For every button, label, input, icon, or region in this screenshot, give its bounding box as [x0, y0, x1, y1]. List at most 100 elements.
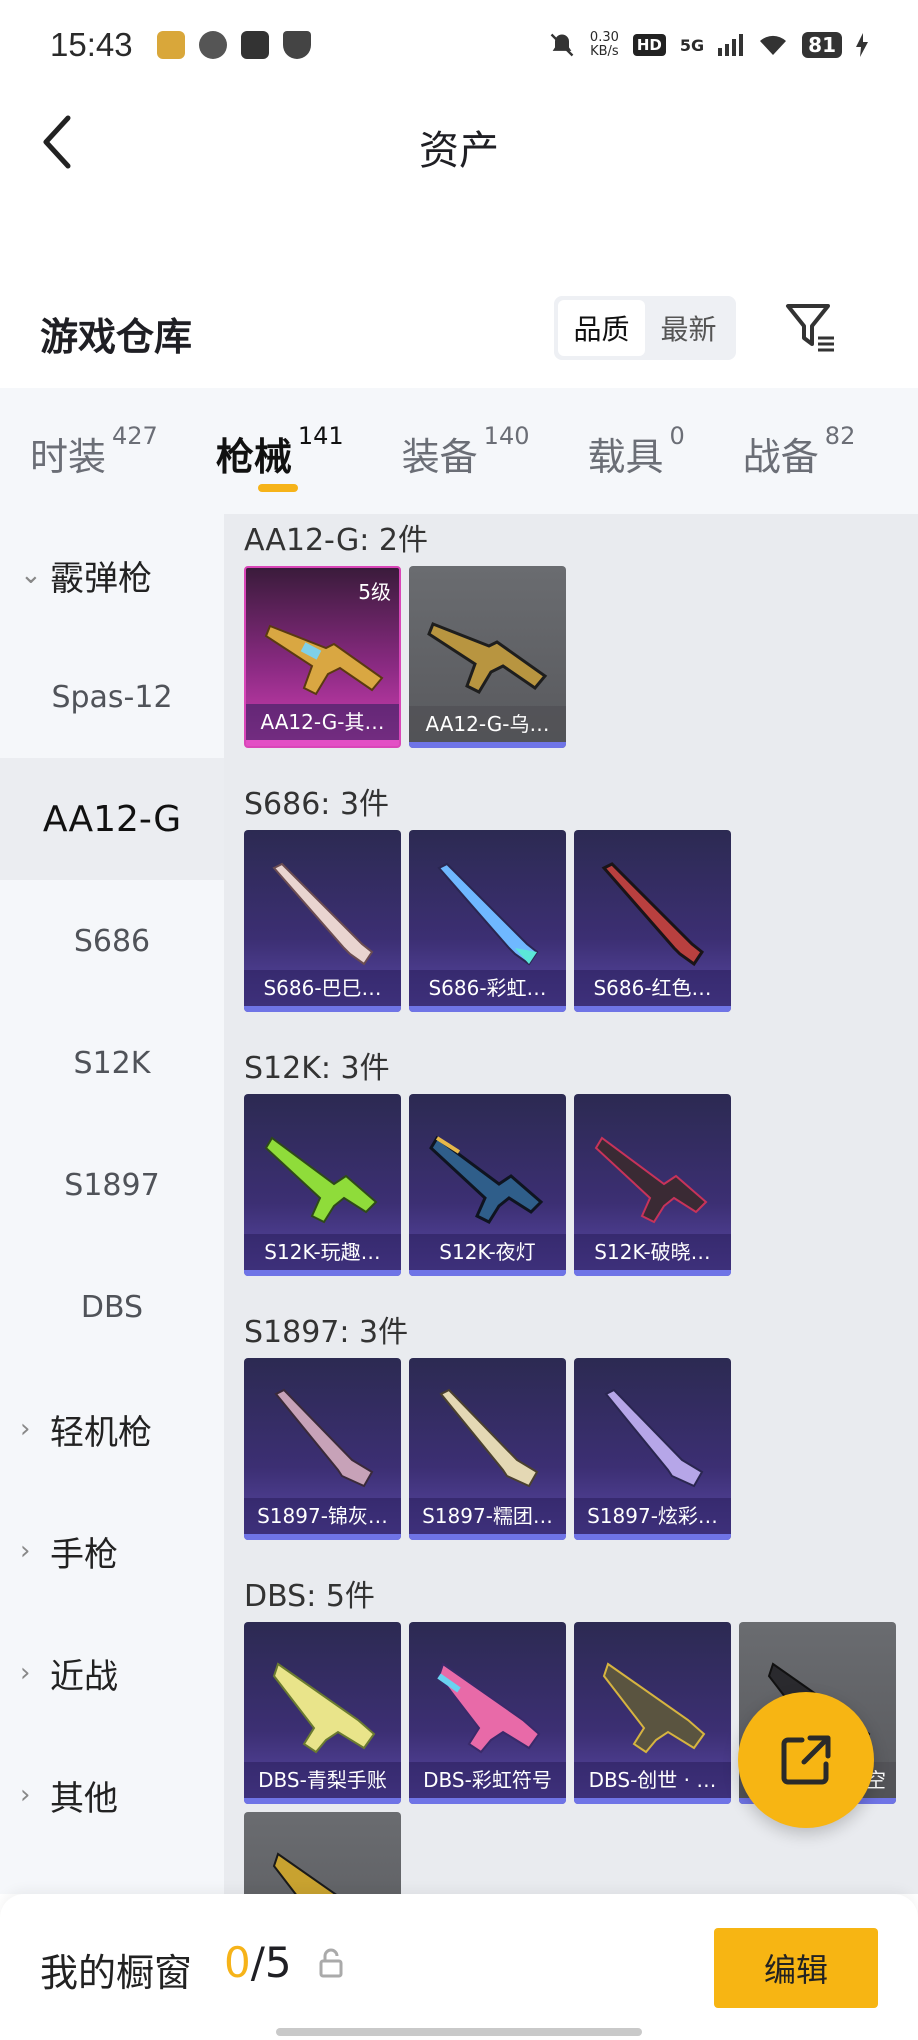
net-speed: 0.30 KB/s: [589, 30, 619, 59]
skin-name: AA12-G-乌…: [409, 706, 566, 742]
card-row: S686-巴巳… S686-彩虹… S686-红色…: [244, 830, 918, 1012]
skin-card[interactable]: S12K-玩趣…: [244, 1094, 401, 1276]
signal-icon: [718, 34, 744, 56]
rarity-bar: [574, 1270, 731, 1276]
card-row: 5级 AA12-G-其… AA12-G-乌…: [244, 566, 918, 748]
gun-group-s1897: S1897: 3件 S1897-锦灰… S1897-糯团… S1897-炫彩…: [244, 1308, 918, 1540]
skin-name: S12K-夜灯: [409, 1234, 566, 1270]
game-app-icon: [156, 31, 185, 59]
tab-equipment[interactable]: 装备 140: [402, 388, 530, 514]
rarity-bar: [409, 1798, 566, 1804]
dbs-skin-image: [272, 1852, 337, 1894]
sync-app-icon: [198, 31, 227, 59]
skin-name: DBS-彩虹符号: [409, 1762, 566, 1798]
double-barrel-skin-image: [601, 862, 705, 967]
skin-card[interactable]: S1897-锦灰…: [244, 1358, 401, 1540]
group-title: AA12-G: 2件: [244, 523, 428, 558]
sort-toggle: 品质 最新: [554, 296, 736, 360]
home-indicator[interactable]: [276, 2028, 642, 2036]
chevron-right-icon: ›: [20, 1780, 31, 1810]
double-barrel-skin-image: [437, 862, 539, 966]
group-title: S1897: 3件: [244, 1315, 409, 1350]
double-barrel-skin-image: [272, 862, 374, 966]
shotgun-skin-image: [427, 622, 548, 694]
sidebar-group-other[interactable]: › 其他: [0, 1734, 224, 1856]
edit-button[interactable]: 编辑: [714, 1928, 878, 2008]
skin-name: S12K-破晓…: [574, 1234, 731, 1270]
page-title: 资产: [419, 128, 499, 174]
status-time: 15:43: [50, 26, 133, 63]
skin-card[interactable]: S686-彩虹…: [409, 830, 566, 1012]
skin-card[interactable]: S1897-糯团…: [409, 1358, 566, 1540]
skin-name: S12K-玩趣…: [244, 1234, 401, 1270]
skin-name: AA12-G-其…: [246, 704, 399, 740]
rarity-bar: [409, 1006, 566, 1012]
sidebar-item-dbs[interactable]: DBS: [0, 1246, 224, 1368]
dbs-skin-image: [602, 1662, 706, 1754]
skin-card[interactable]: S1897-炫彩…: [574, 1358, 731, 1540]
group-title: S12K: 3件: [244, 1051, 390, 1086]
skin-name: S686-巴巳…: [244, 970, 401, 1006]
group-title: S686: 3件: [244, 787, 390, 822]
skin-card[interactable]: S686-巴巳…: [244, 830, 401, 1012]
skin-card[interactable]: DBS-青梨手账: [244, 1622, 401, 1804]
chevron-right-icon: ›: [20, 1414, 31, 1444]
sidebar-item-s1897[interactable]: S1897: [0, 1124, 224, 1246]
rarity-bar: [244, 1798, 401, 1804]
chevron-right-icon: ›: [20, 1536, 31, 1566]
card-row: S12K-玩趣… S12K-夜灯 S12K-破晓…: [244, 1094, 918, 1276]
skin-name: S686-彩虹…: [409, 970, 566, 1006]
filter-icon[interactable]: [784, 300, 838, 354]
chevron-right-icon: ›: [20, 1658, 31, 1688]
sort-newest-button[interactable]: 最新: [645, 300, 732, 356]
sort-quality-button[interactable]: 品质: [558, 300, 645, 356]
showcase-bar: 我的橱窗 0/5 编辑: [0, 1894, 918, 2040]
tab-supplies[interactable]: 战备 82: [743, 388, 856, 514]
level-badge: 5级: [358, 580, 391, 604]
shield-icon: [282, 31, 311, 59]
skin-card[interactable]: 5级 AA12-G-其…: [244, 566, 401, 748]
group-title: DBS: 5件: [244, 1579, 375, 1614]
skin-card[interactable]: DBS-创世 · …: [574, 1622, 731, 1804]
skin-card[interactable]: AA12-G-乌…: [409, 566, 566, 748]
pump-shotgun-skin-image: [274, 1388, 374, 1488]
warehouse-title: 游戏仓库: [40, 315, 193, 359]
gun-group-aa12g: AA12-G: 2件 5级 AA12-G-其… AA12-G-乌…: [244, 516, 918, 748]
chevron-down-icon: ⌄: [20, 560, 42, 590]
skin-name: S1897-糯团…: [409, 1498, 566, 1534]
sidebar-item-spas12[interactable]: Spas-12: [0, 636, 224, 758]
skin-card[interactable]: S12K-破晓…: [574, 1094, 731, 1276]
skin-card[interactable]: [244, 1812, 401, 1894]
rarity-bar: [574, 1798, 731, 1804]
message-app-icon: [240, 31, 269, 59]
tab-fashion[interactable]: 时装 427: [30, 388, 158, 514]
tab-firearms[interactable]: 枪械 141: [216, 388, 344, 514]
skin-name: DBS-创世 · …: [574, 1762, 731, 1798]
rarity-bar: [409, 1534, 566, 1540]
lock-icon: [319, 1948, 343, 1978]
share-icon: [781, 1735, 831, 1785]
skin-card[interactable]: S12K-夜灯: [409, 1094, 566, 1276]
wifi-icon: [760, 35, 787, 55]
tab-vehicles[interactable]: 载具 0: [587, 388, 684, 514]
s12k-skin-image: [429, 1135, 544, 1224]
sidebar-group-shotgun[interactable]: ⌄ 霰弹枪: [0, 514, 224, 636]
active-tab-indicator: [257, 484, 298, 492]
sidebar-item-s12k[interactable]: S12K: [0, 1002, 224, 1124]
gun-group-s12k: S12K: 3件 S12K-玩趣… S12K-夜灯 S12K-破晓…: [244, 1044, 918, 1276]
showcase-title: 我的橱窗: [40, 1951, 193, 1995]
sidebar-group-pistol[interactable]: › 手枪: [0, 1490, 224, 1612]
pump-shotgun-skin-image: [439, 1388, 539, 1488]
skin-card[interactable]: DBS-彩虹符号: [409, 1622, 566, 1804]
charging-icon: [856, 33, 868, 57]
skin-name: S1897-炫彩…: [574, 1498, 731, 1534]
sidebar-item-aa12g[interactable]: AA12-G: [0, 758, 224, 880]
dbs-skin-image: [437, 1662, 541, 1754]
network-type: 5G: [679, 35, 705, 55]
sidebar-item-s686[interactable]: S686: [0, 880, 224, 1002]
sidebar-group-lmg[interactable]: › 轻机枪: [0, 1368, 224, 1490]
share-button[interactable]: [738, 1692, 874, 1828]
weapon-skin-list[interactable]: AA12-G: 2件 5级 AA12-G-其… AA12-G-乌… S686: …: [224, 514, 918, 1894]
skin-card[interactable]: S686-红色…: [574, 830, 731, 1012]
sidebar-group-melee[interactable]: › 近战: [0, 1612, 224, 1734]
